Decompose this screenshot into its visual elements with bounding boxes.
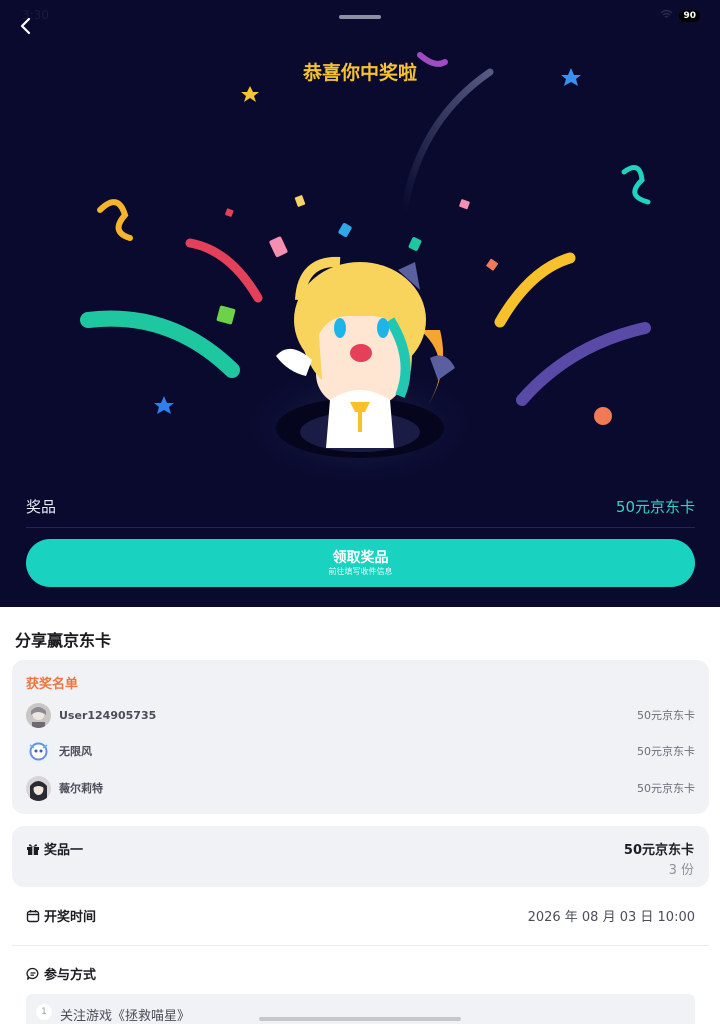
winner-prize: 50元京东卡	[637, 745, 695, 758]
gift-icon	[27, 843, 39, 855]
home-indicator	[259, 1017, 461, 1021]
participation-label-group: 参与方式	[26, 964, 96, 983]
winner-row[interactable]: 无限风 50元京东卡	[26, 738, 695, 764]
winner-row[interactable]: 薇尔莉特 50元京东卡	[26, 775, 695, 801]
prize-tier-count: 3 份	[668, 863, 694, 878]
share-section-title: 分享赢京东卡	[15, 631, 112, 650]
prize-row: 奖品 50元京东卡	[26, 496, 695, 528]
calendar-icon	[26, 909, 40, 922]
claim-prize-sublabel: 前往填写收件信息	[328, 567, 393, 576]
task-number: 1	[36, 1004, 52, 1020]
winner-prize: 50元京东卡	[637, 709, 695, 722]
winner-name: 无限风	[59, 745, 92, 758]
winners-title: 获奖名单	[26, 677, 79, 692]
prize-tier-label: 奖品一	[44, 843, 84, 858]
draw-time-value: 2026 年 08 月 03 日 10:00	[527, 910, 695, 925]
winner-row[interactable]: User124905735 50元京东卡	[26, 702, 695, 728]
prize-value: 50元京东卡	[615, 498, 695, 516]
winner-name: User124905735	[59, 708, 157, 722]
claim-prize-label: 领取奖品	[332, 549, 389, 565]
participation-label: 参与方式	[44, 968, 97, 983]
avatar	[26, 775, 51, 801]
draw-time-label: 开奖时间	[44, 910, 97, 925]
winner-prize: 50元京东卡	[637, 782, 695, 795]
task-text: 关注游戏《拯救喵星》	[60, 1009, 191, 1024]
prize-label: 奖品	[26, 498, 57, 516]
prize-tier-label-group: 奖品一	[26, 839, 83, 858]
draw-time-label-group: 开奖时间	[26, 906, 96, 925]
chat-bubble-icon	[26, 967, 39, 980]
prize-tier-card: 奖品一 50元京东卡 3 份	[12, 826, 709, 887]
avatar	[26, 738, 51, 764]
divider	[12, 945, 709, 946]
hero-section: 3:30 90 恭喜你中奖啦 奖品 50元京东卡 领取奖品 前往填写收件信息	[0, 0, 720, 607]
draw-time-row: 开奖时间 2026 年 08 月 03 日 10:00	[26, 906, 695, 925]
prize-tier-value: 50元京东卡	[623, 843, 694, 858]
winner-name: 薇尔莉特	[59, 782, 103, 795]
avatar	[26, 702, 51, 728]
winners-card: 获奖名单 User124905735 50元京东卡 无限风 50元京东卡 薇尔莉…	[12, 660, 709, 814]
claim-prize-button[interactable]: 领取奖品 前往填写收件信息	[26, 539, 695, 587]
